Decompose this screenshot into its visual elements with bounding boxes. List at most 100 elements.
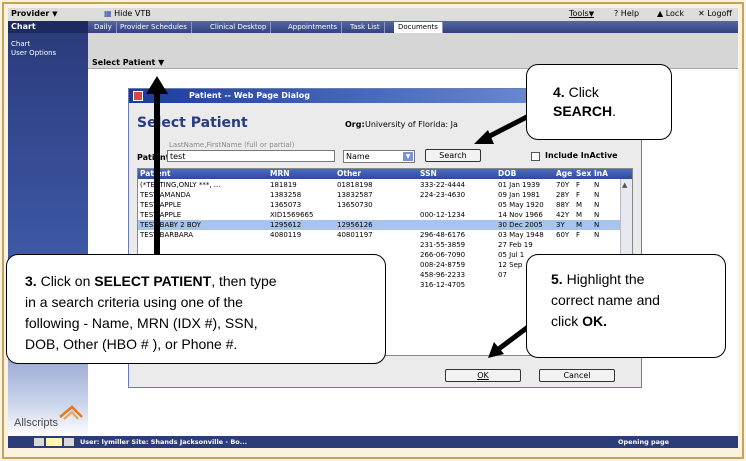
logoff-button[interactable]: ✕ Logoff: [698, 9, 732, 18]
cell-dob: 09 Jan 1981: [498, 191, 540, 199]
logo-text: Allscripts: [14, 417, 59, 429]
status-cell: [64, 438, 74, 446]
dialog-app-icon: [133, 91, 143, 101]
callout-5-number: 5.: [551, 271, 563, 287]
patient-search-input[interactable]: test: [167, 150, 335, 162]
cell-dob: 30 Dec 2005: [498, 221, 543, 229]
col-dob[interactable]: DOB: [498, 169, 516, 178]
help-label: Help: [620, 9, 640, 18]
callout-3-number: 3.: [25, 273, 37, 289]
cell-dob: 27 Feb 19: [498, 241, 533, 249]
table-row[interactable]: TEST,APPLE 1365073 13650730 05 May 1920 88Y M…: [138, 200, 620, 210]
patient-hint: LastName,FirstName (full or partial): [169, 141, 295, 149]
sidebar-item-user-options[interactable]: User Options: [8, 49, 88, 58]
callout-4-number: 4.: [553, 84, 565, 100]
cell-dob: 01 Jan 1939: [498, 181, 540, 189]
cell-age: 28Y: [556, 191, 570, 199]
tab-clinical-desktop[interactable]: Clinical Desktop: [206, 22, 272, 33]
search-type-select[interactable]: Name ▼: [343, 150, 415, 163]
chevron-down-icon: ▼: [588, 10, 595, 18]
cell-dob: 14 Nov 1966: [498, 211, 543, 219]
cancel-button[interactable]: Cancel: [539, 369, 615, 382]
close-icon: ✕: [698, 9, 705, 18]
cell-sex: F: [576, 231, 581, 239]
col-sex[interactable]: Sex: [576, 169, 591, 178]
provider-label: Provider: [11, 9, 50, 18]
cell-ssn: 266-06-7090: [420, 251, 466, 259]
include-inactive-label: Include InActive: [545, 151, 618, 160]
cell-dob: 05 May 1920: [498, 201, 544, 209]
cell-dob: 03 May 1948: [498, 231, 544, 239]
cell-ina: N: [594, 191, 600, 199]
cell-ssn: 316-12-4705: [420, 281, 466, 289]
tab-documents[interactable]: Documents: [394, 22, 443, 33]
provider-menu[interactable]: Provider ▼: [11, 9, 58, 18]
col-patient[interactable]: Patient: [140, 169, 171, 178]
search-type-value: Name: [346, 152, 370, 161]
col-inactive[interactable]: InA: [594, 169, 608, 178]
chevron-down-icon: ▼: [52, 10, 58, 18]
include-inactive-checkbox[interactable]: [531, 152, 540, 161]
question-icon: ?: [614, 9, 619, 18]
callout-5-line1: Highlight the: [562, 271, 645, 287]
cell-age: 42Y: [556, 211, 570, 219]
screenshot-frame: Provider ▼ ▦ Hide VTB Tools▼ ? Help ▲ Lo…: [2, 2, 744, 459]
grid-header: Patient MRN Other SSN DOB Age Sex InA: [138, 169, 632, 179]
dialog-heading: Select Patient: [137, 115, 248, 131]
hide-vtb-button[interactable]: ▦ Hide VTB: [104, 9, 151, 18]
col-ssn[interactable]: SSN: [420, 169, 437, 178]
status-cell-highlight: [46, 438, 62, 446]
status-message: Opening page http://asweb.ufjx...: [618, 438, 670, 446]
chevron-up-icon[interactable]: ▲: [622, 181, 627, 189]
col-other[interactable]: Other: [337, 169, 361, 178]
cell-ssn: 296-48-6176: [420, 231, 466, 239]
allscripts-logo: Allscripts: [12, 403, 86, 433]
callout-step-3: 3. Click on SELECT PATIENT, then type in…: [6, 254, 386, 364]
top-bar: Provider ▼ ▦ Hide VTB Tools▼ ? Help ▲ Lo…: [8, 8, 738, 21]
col-mrn[interactable]: MRN: [270, 169, 290, 178]
cell-ina: N: [594, 231, 600, 239]
callout-step-5: 5. Highlight the correct name and click …: [526, 254, 726, 358]
table-row[interactable]: 231-55-3859 27 Feb 19: [138, 240, 620, 250]
callout-3-line3: following - Name, MRN (IDX #), SSN,: [25, 315, 258, 331]
left-sidebar: Chart Chart User Options Allscripts: [8, 21, 88, 436]
callout-5-line3: click: [551, 313, 583, 329]
col-age[interactable]: Age: [556, 169, 572, 178]
org-value: University of Florida: Ja: [365, 120, 458, 129]
table-row[interactable]: TEST,BABY 2 BOY 1295612 12956126 30 Dec 200…: [138, 220, 620, 230]
cell-age: 3Y: [556, 221, 565, 229]
table-row[interactable]: (*TESTING,ONLY ***, ... 181819 01818198 333…: [138, 180, 620, 190]
cell-other: 13832587: [337, 191, 373, 199]
cell-ssn: 333-22-4444: [420, 181, 466, 189]
help-button[interactable]: ? Help: [614, 9, 639, 18]
cell-ssn: 008-24-8759: [420, 261, 466, 269]
cell-sex: F: [576, 191, 581, 199]
cell-age: 88Y: [556, 201, 570, 209]
lock-button[interactable]: ▲ Lock: [657, 9, 684, 18]
cell-mrn: 1295612: [270, 221, 302, 229]
chevron-down-icon: ▼: [403, 152, 413, 161]
cell-mrn: XID1569665: [270, 211, 314, 219]
sidebar-item-chart[interactable]: Chart: [8, 40, 88, 49]
cell-ina: N: [594, 201, 600, 209]
cell-patient: TEST,BABY 2 BOY: [140, 221, 201, 229]
cell-mrn: 1383258: [270, 191, 302, 199]
cell-sex: M: [576, 201, 583, 209]
cell-other: 40801197: [337, 231, 373, 239]
tab-task-list[interactable]: Task List: [346, 22, 385, 33]
tab-appointments[interactable]: Appointments: [284, 22, 343, 33]
callout-4-end: .: [612, 103, 617, 119]
tab-provider-schedules[interactable]: Provider Schedules: [116, 22, 192, 33]
cell-age: 70Y: [556, 181, 570, 189]
select-patient-button[interactable]: Select Patient ▼: [92, 58, 164, 67]
callout-4-text: Click: [564, 84, 599, 100]
table-row[interactable]: TEST,APPLE XID1569665 000-12-1234 14 Nov 19…: [138, 210, 620, 220]
table-row[interactable]: TEST,BARBARA 4080119 40801197 296-48-6176 03…: [138, 230, 620, 240]
callout-3-bold: SELECT PATIENT: [94, 273, 212, 289]
tools-menu[interactable]: Tools▼: [569, 9, 594, 18]
status-cell: [34, 438, 44, 446]
tab-daily[interactable]: Daily: [90, 22, 117, 33]
table-row[interactable]: TEST,AMANDA 1383258 13832587 224-23-4630 09 …: [138, 190, 620, 200]
ok-button[interactable]: OK: [445, 369, 521, 382]
search-button[interactable]: Search: [425, 149, 481, 162]
